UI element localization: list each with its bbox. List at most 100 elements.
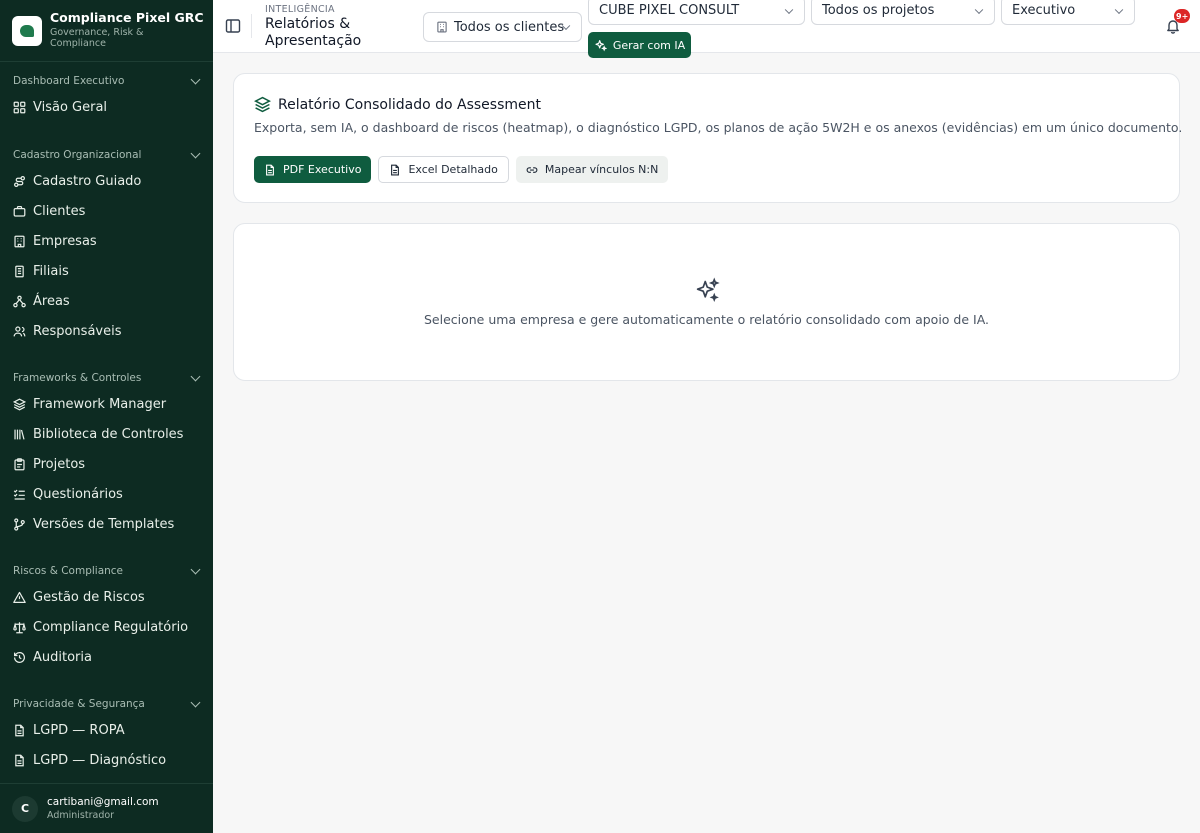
sidebar-item-label: Compliance Regulatório	[33, 619, 189, 635]
excel-detalhado-button[interactable]: Excel Detalhado	[378, 156, 509, 183]
sidebar-item-label: Empresas	[33, 233, 97, 249]
sidebar-item-label: LGPD — Diagnóstico	[33, 752, 167, 768]
section-header-privacidade[interactable]: Privacidade & Segurança	[0, 693, 213, 715]
sidebar-item-label: Cadastro Guiado	[33, 173, 142, 189]
nav-section-dashboard: Dashboard Executivo Visão Geral	[0, 70, 213, 122]
layers-icon	[13, 398, 26, 411]
sidebar-item-label: LGPD — ROPA	[33, 722, 125, 738]
route-icon	[13, 175, 26, 188]
clipboard-icon	[13, 457, 26, 471]
layers-icon	[254, 96, 271, 113]
view-select-value: Executivo	[1012, 3, 1076, 18]
sidebar-item-lgpd-ropa[interactable]: LGPD — ROPA	[0, 715, 213, 745]
sidebar-item-biblioteca[interactable]: Biblioteca de Controles	[0, 419, 213, 449]
file-text-icon	[266, 164, 274, 175]
brand-subtitle: Governance, Risk & Compliance	[50, 27, 144, 50]
document-icon	[13, 754, 26, 767]
notification-badge: 9+	[1174, 9, 1191, 23]
section-title: Cadastro Organizacional	[13, 149, 142, 161]
sidebar-item-framework-manager[interactable]: Framework Manager	[0, 389, 213, 419]
sidebar-item-label: Visão Geral	[33, 99, 108, 115]
sidebar-item-lgpd-diagnostico[interactable]: LGPD — Diagnóstico	[0, 745, 213, 775]
clients-select-value: Todos os clientes	[454, 19, 565, 35]
chevron-down-icon	[190, 371, 201, 381]
sidebar-item-label: Projetos	[33, 456, 86, 472]
sidebar-item-label: Auditoria	[33, 649, 92, 665]
sidebar-item-label: Questionários	[33, 486, 123, 502]
projects-select[interactable]: Todos os projetos	[811, 0, 995, 25]
clients-select[interactable]: Todos os clientes	[423, 12, 582, 42]
sidebar-item-projetos[interactable]: Projetos	[0, 449, 213, 479]
sidebar-item-label: Clientes	[33, 203, 86, 219]
chevron-down-icon	[190, 148, 201, 158]
sidebar-item-questionarios[interactable]: Questionários	[0, 479, 213, 509]
sidebar-item-responsaveis[interactable]: Responsáveis	[0, 316, 213, 346]
user-email: cartibani@gmail.com	[47, 796, 159, 808]
map-button-label: Mapear vínculos N:N	[544, 163, 659, 176]
report-card: Relatório Consolidado do Assessment Expo…	[233, 73, 1182, 203]
link-icon	[526, 166, 538, 173]
projects-select-value: Todos os projetos	[822, 3, 935, 18]
empty-state-message: Selecione uma empresa e gere automaticam…	[423, 312, 990, 327]
company-select-value: CUBE PIXEL CONSULT	[599, 3, 740, 18]
chevron-down-icon	[784, 5, 794, 14]
section-title: Frameworks & Controles	[13, 372, 142, 384]
users-icon	[13, 325, 26, 338]
checklist-icon	[13, 488, 26, 501]
network-icon	[13, 295, 26, 308]
section-header-frameworks[interactable]: Frameworks & Controles	[0, 367, 213, 389]
brand[interactable]: Compliance Pixel GRC Governance, Risk & …	[0, 0, 213, 62]
empty-state-card: Selecione uma empresa e gere automaticam…	[233, 223, 1180, 381]
map-links-button[interactable]: Mapear vínculos N:N	[515, 156, 669, 183]
sidebar-item-empresas[interactable]: Empresas	[0, 226, 213, 256]
brand-title: Compliance Pixel GRC	[50, 9, 204, 25]
sidebar-item-filiais[interactable]: Filiais	[0, 256, 213, 286]
chevron-down-icon	[974, 5, 984, 14]
section-header-riscos[interactable]: Riscos & Compliance	[0, 560, 213, 582]
user-profile[interactable]: C cartibani@gmail.com Administrador	[0, 783, 213, 833]
warning-icon	[13, 591, 26, 604]
building-icon	[437, 21, 447, 33]
section-header-dashboard[interactable]: Dashboard Executivo	[0, 70, 213, 92]
scale-icon	[13, 621, 26, 634]
sidebar-item-visao-geral[interactable]: Visão Geral	[0, 92, 213, 122]
building-icon	[13, 235, 26, 248]
view-select[interactable]: Executivo	[1001, 0, 1135, 25]
section-header-cadastro[interactable]: Cadastro Organizacional	[0, 144, 213, 166]
sidebar-item-versoes-templates[interactable]: Versões de Templates	[0, 509, 213, 539]
breadcrumb-section: INTELIGÊNCIA	[265, 4, 335, 15]
sidebar-item-label: Áreas	[33, 293, 70, 309]
sidebar-item-gestao-riscos[interactable]: Gestão de Riscos	[0, 582, 213, 612]
top-bar: INTELIGÊNCIA Relatórios & Apresentação T…	[213, 0, 1200, 58]
sidebar-item-cadastro-guiado[interactable]: Cadastro Guiado	[0, 166, 213, 196]
sidebar-item-areas[interactable]: Áreas	[0, 286, 213, 316]
sidebar: Compliance Pixel GRC Governance, Risk & …	[0, 0, 213, 833]
nav-section-riscos: Riscos & Compliance Gestão de Riscos Com…	[0, 560, 213, 672]
history-icon	[13, 651, 26, 664]
chevron-down-icon	[190, 74, 201, 84]
sidebar-toggle-icon[interactable]	[225, 18, 241, 34]
report-title: Relatório Consolidado do Assessment	[278, 96, 541, 113]
generate-ai-button[interactable]: Gerar com IA	[588, 32, 691, 58]
company-select[interactable]: CUBE PIXEL CONSULT	[588, 0, 805, 25]
page-title: Relatórios & Apresentação	[265, 16, 362, 49]
sidebar-item-compliance-regulatorio[interactable]: Compliance Regulatório	[0, 612, 213, 642]
library-icon	[13, 428, 26, 441]
pdf-executivo-button[interactable]: PDF Executivo	[254, 156, 372, 183]
pdf-button-label: PDF Executivo	[283, 163, 362, 176]
sparkles-icon	[696, 277, 720, 302]
sidebar-item-label: Versões de Templates	[33, 516, 175, 532]
excel-button-label: Excel Detalhado	[408, 163, 498, 176]
chevron-down-icon	[190, 564, 201, 574]
sidebar-item-label: Responsáveis	[33, 323, 122, 339]
user-role: Administrador	[47, 810, 115, 821]
sidebar-item-auditoria[interactable]: Auditoria	[0, 642, 213, 672]
nav-section-cadastro: Cadastro Organizacional Cadastro Guiado …	[0, 144, 213, 346]
briefcase-icon	[13, 205, 26, 218]
sidebar-item-clientes[interactable]: Clientes	[0, 196, 213, 226]
file-text-icon	[391, 164, 400, 175]
sparkles-icon	[595, 39, 607, 51]
section-title: Privacidade & Segurança	[13, 698, 145, 710]
document-icon	[13, 724, 26, 737]
chevron-down-icon	[1114, 5, 1124, 14]
